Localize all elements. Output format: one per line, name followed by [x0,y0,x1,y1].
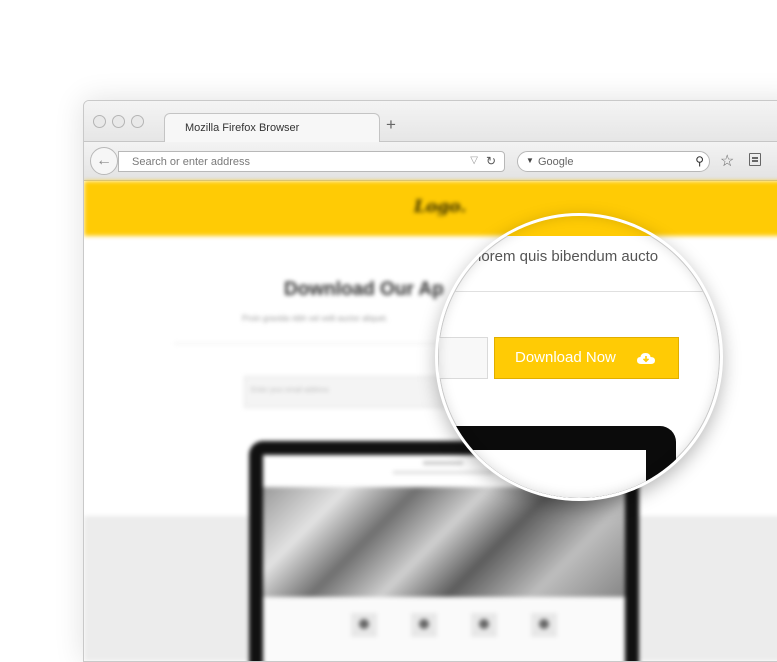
search-engine-dropdown-icon[interactable]: ▼ [526,156,534,165]
title-bar: Mozilla Firefox Browser + [84,101,777,142]
page-headline: Download Our Ap [284,279,444,300]
mockup-hero-image [263,487,625,597]
page-subtext: Proin gravida nibh vel velit auctor aliq… [242,314,388,323]
zoom-window-button[interactable] [131,115,144,128]
email-input[interactable]: Enter your email address [244,376,446,408]
magnifier-lens: lorem quis bibendum aucto Download Now [435,213,723,501]
mockup-feature-icons [263,597,625,661]
new-tab-button[interactable]: + [386,116,396,133]
site-logo[interactable]: Logo. [414,197,466,217]
minimize-window-button[interactable] [112,115,125,128]
email-placeholder: Enter your email address [251,387,329,394]
tab-title: Mozilla Firefox Browser [185,122,300,134]
close-window-button[interactable] [93,115,106,128]
history-dropdown-icon[interactable]: ▽ [470,155,478,166]
browser-tab[interactable]: Mozilla Firefox Browser [164,113,380,142]
search-engine-label: Google [538,156,574,168]
back-button[interactable]: ← [90,147,118,175]
search-icon[interactable]: ⚲ [695,154,704,168]
feature-icon [531,613,557,637]
search-box[interactable]: ▼ Google ⚲ [517,151,710,172]
bookmark-star-icon[interactable]: ☆ [720,151,734,171]
feature-icon [351,613,377,637]
navigation-toolbar: ← Search or enter address ▽ ↻ ▼ Google ⚲… [84,142,777,181]
feature-icon [411,613,437,637]
feature-icon [471,613,497,637]
lens-edge-shadow [438,216,720,498]
address-placeholder: Search or enter address [132,156,251,168]
back-arrow-icon: ← [96,152,112,169]
bookmarks-list-icon[interactable] [749,153,761,166]
reload-icon[interactable]: ↻ [486,154,496,168]
address-bar[interactable]: Search or enter address ▽ ↻ [118,151,505,172]
